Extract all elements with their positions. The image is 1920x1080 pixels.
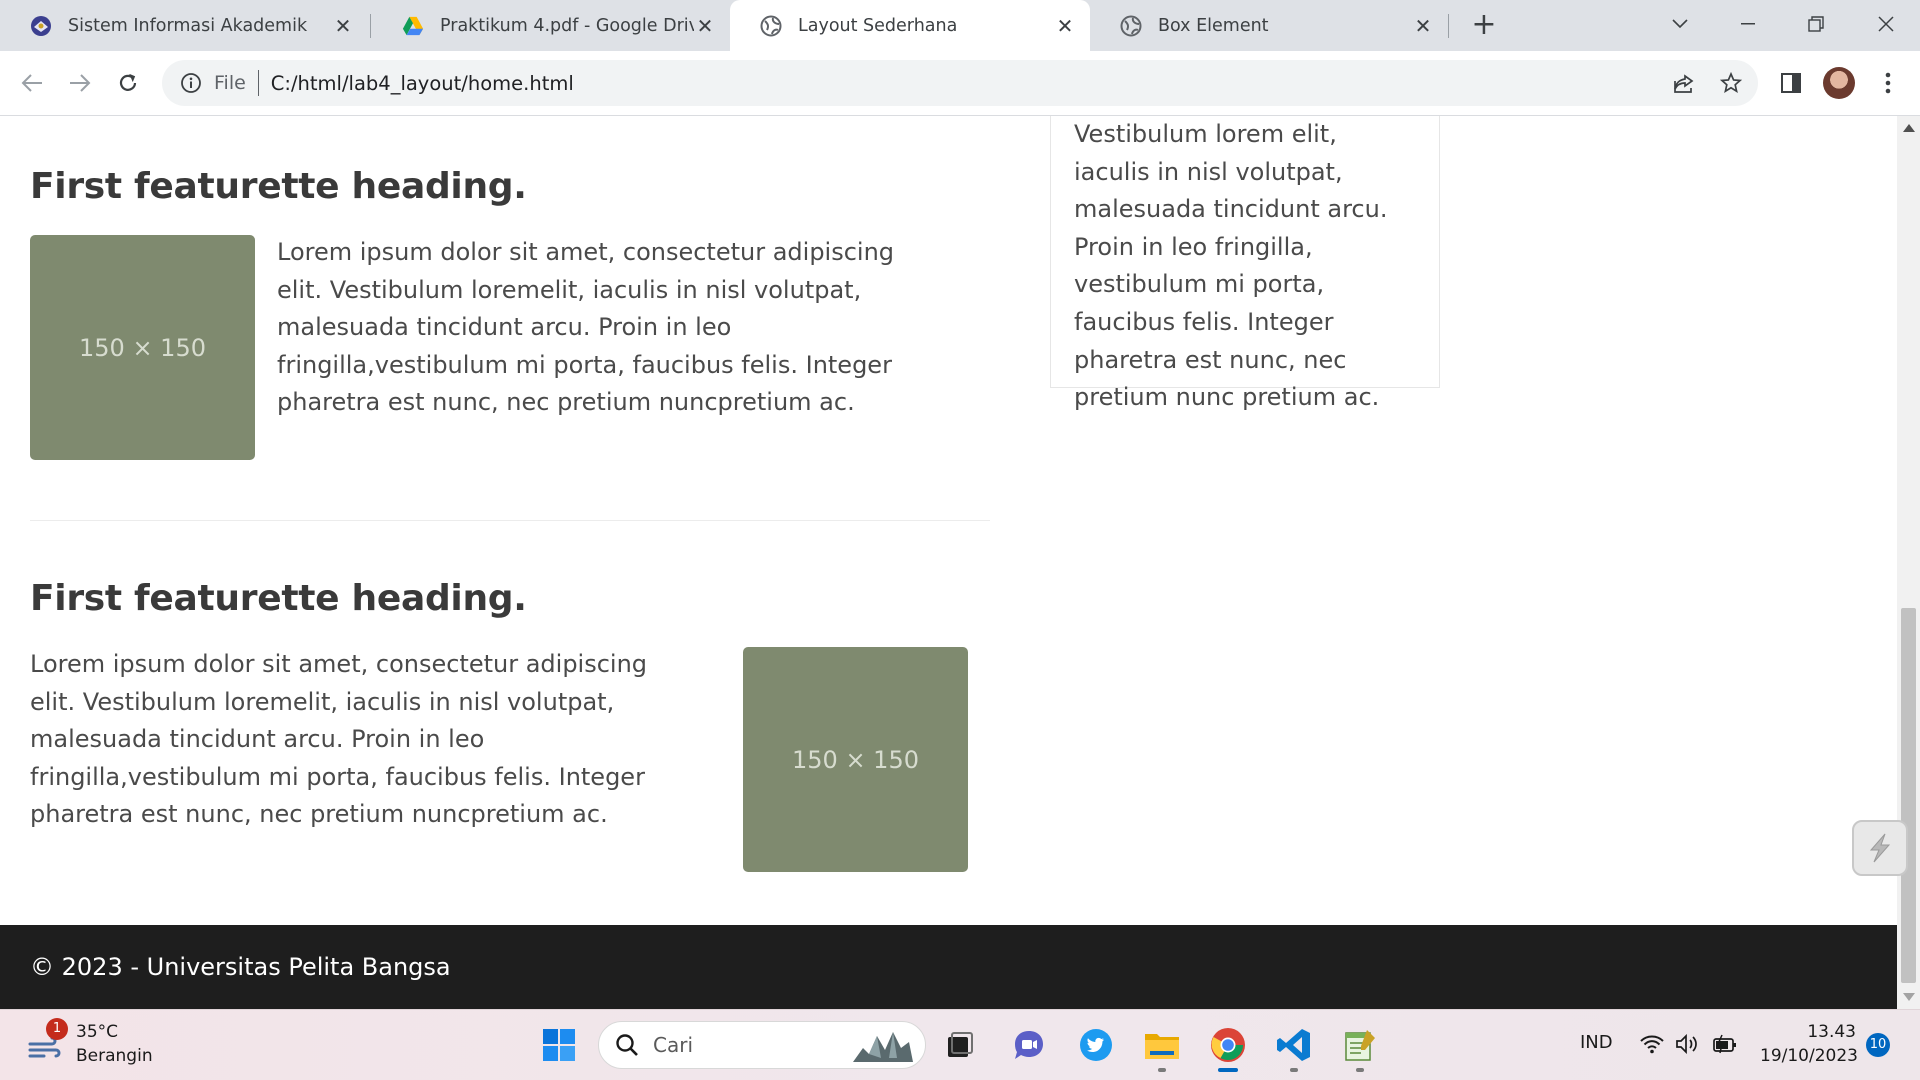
task-view-icon[interactable] (937, 1022, 983, 1068)
featurette-heading: First featurette heading. (30, 166, 527, 207)
footer-copyright: © 2023 - Universitas Pelita Bangsa (30, 953, 451, 981)
wifi-icon[interactable] (1640, 1034, 1664, 1059)
scroll-down-arrow-icon[interactable] (1903, 993, 1915, 1001)
featurette-1: First featurette heading. (30, 166, 990, 207)
notification-count-badge[interactable]: 10 (1866, 1033, 1890, 1057)
tab-title: Praktikum 4.pdf - Google Drive (440, 15, 694, 36)
address-bar[interactable]: File C:/html/lab4_layout/home.html (162, 60, 1758, 106)
sidebar-box-text: Vestibulum lorem elit, iaculis in nisl v… (1074, 120, 1388, 412)
minimize-icon[interactable] (1720, 4, 1776, 44)
volume-icon[interactable] (1675, 1033, 1699, 1059)
windows-start-icon[interactable] (536, 1022, 582, 1068)
tab-title: Sistem Informasi Akademik (68, 15, 308, 36)
tab-strip: Sistem Informasi Akademik ✕ Praktikum 4.… (0, 0, 1920, 51)
app-running-indicator (1356, 1068, 1364, 1072)
globe-icon (760, 15, 782, 37)
lightning-pen-icon (1869, 833, 1891, 863)
system-clock[interactable]: 13.43 19/10/2023 (1760, 1020, 1858, 1068)
file-explorer-icon[interactable] (1139, 1022, 1185, 1072)
globe-icon (1120, 15, 1142, 37)
sidebar-box: Vestibulum lorem elit, iaculis in nisl v… (1050, 116, 1440, 411)
weather-alert-badge: 1 (46, 1018, 68, 1040)
featurette-image-placeholder: 150 × 150 (30, 235, 255, 460)
close-tab-icon[interactable]: ✕ (694, 15, 716, 37)
tab-google-drive[interactable]: Praktikum 4.pdf - Google Drive ✕ (372, 0, 730, 51)
clock-time: 13.43 (1807, 1022, 1856, 1042)
windows-taskbar: 1 35°C Berangin Cari IND 13.43 19/10/202… (0, 1009, 1920, 1080)
vscode-icon[interactable] (1271, 1022, 1317, 1072)
back-arrow-icon[interactable] (12, 63, 52, 103)
featurette-text: Lorem ipsum dolor sit amet, consectetur … (277, 238, 895, 416)
teams-chat-icon[interactable] (1006, 1022, 1052, 1068)
weather-temp: 35°C (76, 1022, 119, 1042)
twitter-icon[interactable] (1073, 1022, 1119, 1068)
search-placeholder: Cari (653, 1033, 693, 1057)
battery-charging-icon[interactable] (1712, 1034, 1738, 1059)
academic-globe-icon (30, 15, 52, 37)
url-text[interactable]: C:/html/lab4_layout/home.html (271, 72, 574, 95)
page-footer: © 2023 - Universitas Pelita Bangsa (0, 925, 1897, 1009)
side-panel-icon[interactable] (1773, 65, 1809, 101)
tab-layout-sederhana[interactable]: Layout Sederhana ✕ (730, 0, 1090, 51)
profile-avatar[interactable] (1821, 65, 1857, 101)
kebab-menu-icon[interactable] (1870, 65, 1906, 101)
browser-toolbar: File C:/html/lab4_layout/home.html (0, 51, 1920, 116)
close-tab-icon[interactable]: ✕ (332, 15, 354, 37)
taskbar-search-box[interactable]: Cari (598, 1021, 926, 1069)
new-tab-button[interactable]: + (1466, 8, 1502, 44)
placeholder-size-label: 150 × 150 (79, 333, 206, 362)
tab-title: Layout Sederhana (798, 15, 958, 36)
forward-arrow-icon[interactable] (60, 63, 100, 103)
url-scheme-label: File (214, 72, 246, 94)
tab-sistem-informasi-akademik[interactable]: Sistem Informasi Akademik ✕ (0, 0, 368, 51)
google-drive-icon (402, 15, 424, 37)
placeholder-size-label: 150 × 150 (792, 745, 919, 774)
tab-search-chevron-icon[interactable] (1652, 4, 1708, 44)
tab-title: Box Element (1158, 15, 1269, 36)
page-viewport: Vestibulum lorem elit, iaculis in nisl v… (0, 116, 1897, 1009)
app-running-indicator (1290, 1068, 1298, 1072)
weather-widget[interactable]: 1 35°C Berangin (26, 1018, 153, 1068)
bookmark-star-icon[interactable] (1719, 71, 1743, 95)
tab-box-element[interactable]: Box Element ✕ (1090, 0, 1448, 51)
site-info-icon[interactable] (180, 72, 202, 94)
scroll-up-arrow-icon[interactable] (1903, 124, 1915, 132)
app-running-indicator (1158, 1068, 1166, 1072)
restore-icon[interactable] (1788, 4, 1844, 44)
featurette-text: Lorem ipsum dolor sit amet, consectetur … (30, 650, 648, 828)
tab-separator (1448, 14, 1449, 38)
chrome-icon[interactable] (1205, 1022, 1251, 1072)
featurette-heading: First featurette heading. (30, 578, 527, 619)
tab-separator (370, 14, 371, 38)
scrollbar-thumb[interactable] (1901, 608, 1916, 983)
input-language-indicator[interactable]: IND (1580, 1032, 1613, 1053)
floating-extension-button[interactable] (1852, 820, 1908, 876)
close-tab-icon[interactable]: ✕ (1412, 15, 1434, 37)
search-highlight-icon (853, 1032, 913, 1062)
close-window-icon[interactable] (1858, 4, 1914, 44)
app-active-indicator (1218, 1068, 1238, 1072)
clock-date: 19/10/2023 (1760, 1046, 1858, 1066)
wind-weather-icon: 1 (26, 1018, 68, 1064)
featurette-image-placeholder: 150 × 150 (743, 647, 968, 872)
share-icon[interactable] (1672, 71, 1696, 95)
notepad-icon[interactable] (1337, 1022, 1383, 1072)
close-tab-icon[interactable]: ✕ (1054, 15, 1076, 37)
weather-condition: Berangin (76, 1046, 153, 1066)
search-icon (616, 1034, 638, 1056)
featurette-2: First featurette heading. (30, 578, 990, 619)
address-divider (257, 70, 259, 96)
reload-icon[interactable] (108, 63, 148, 103)
featurette-divider (30, 520, 990, 521)
